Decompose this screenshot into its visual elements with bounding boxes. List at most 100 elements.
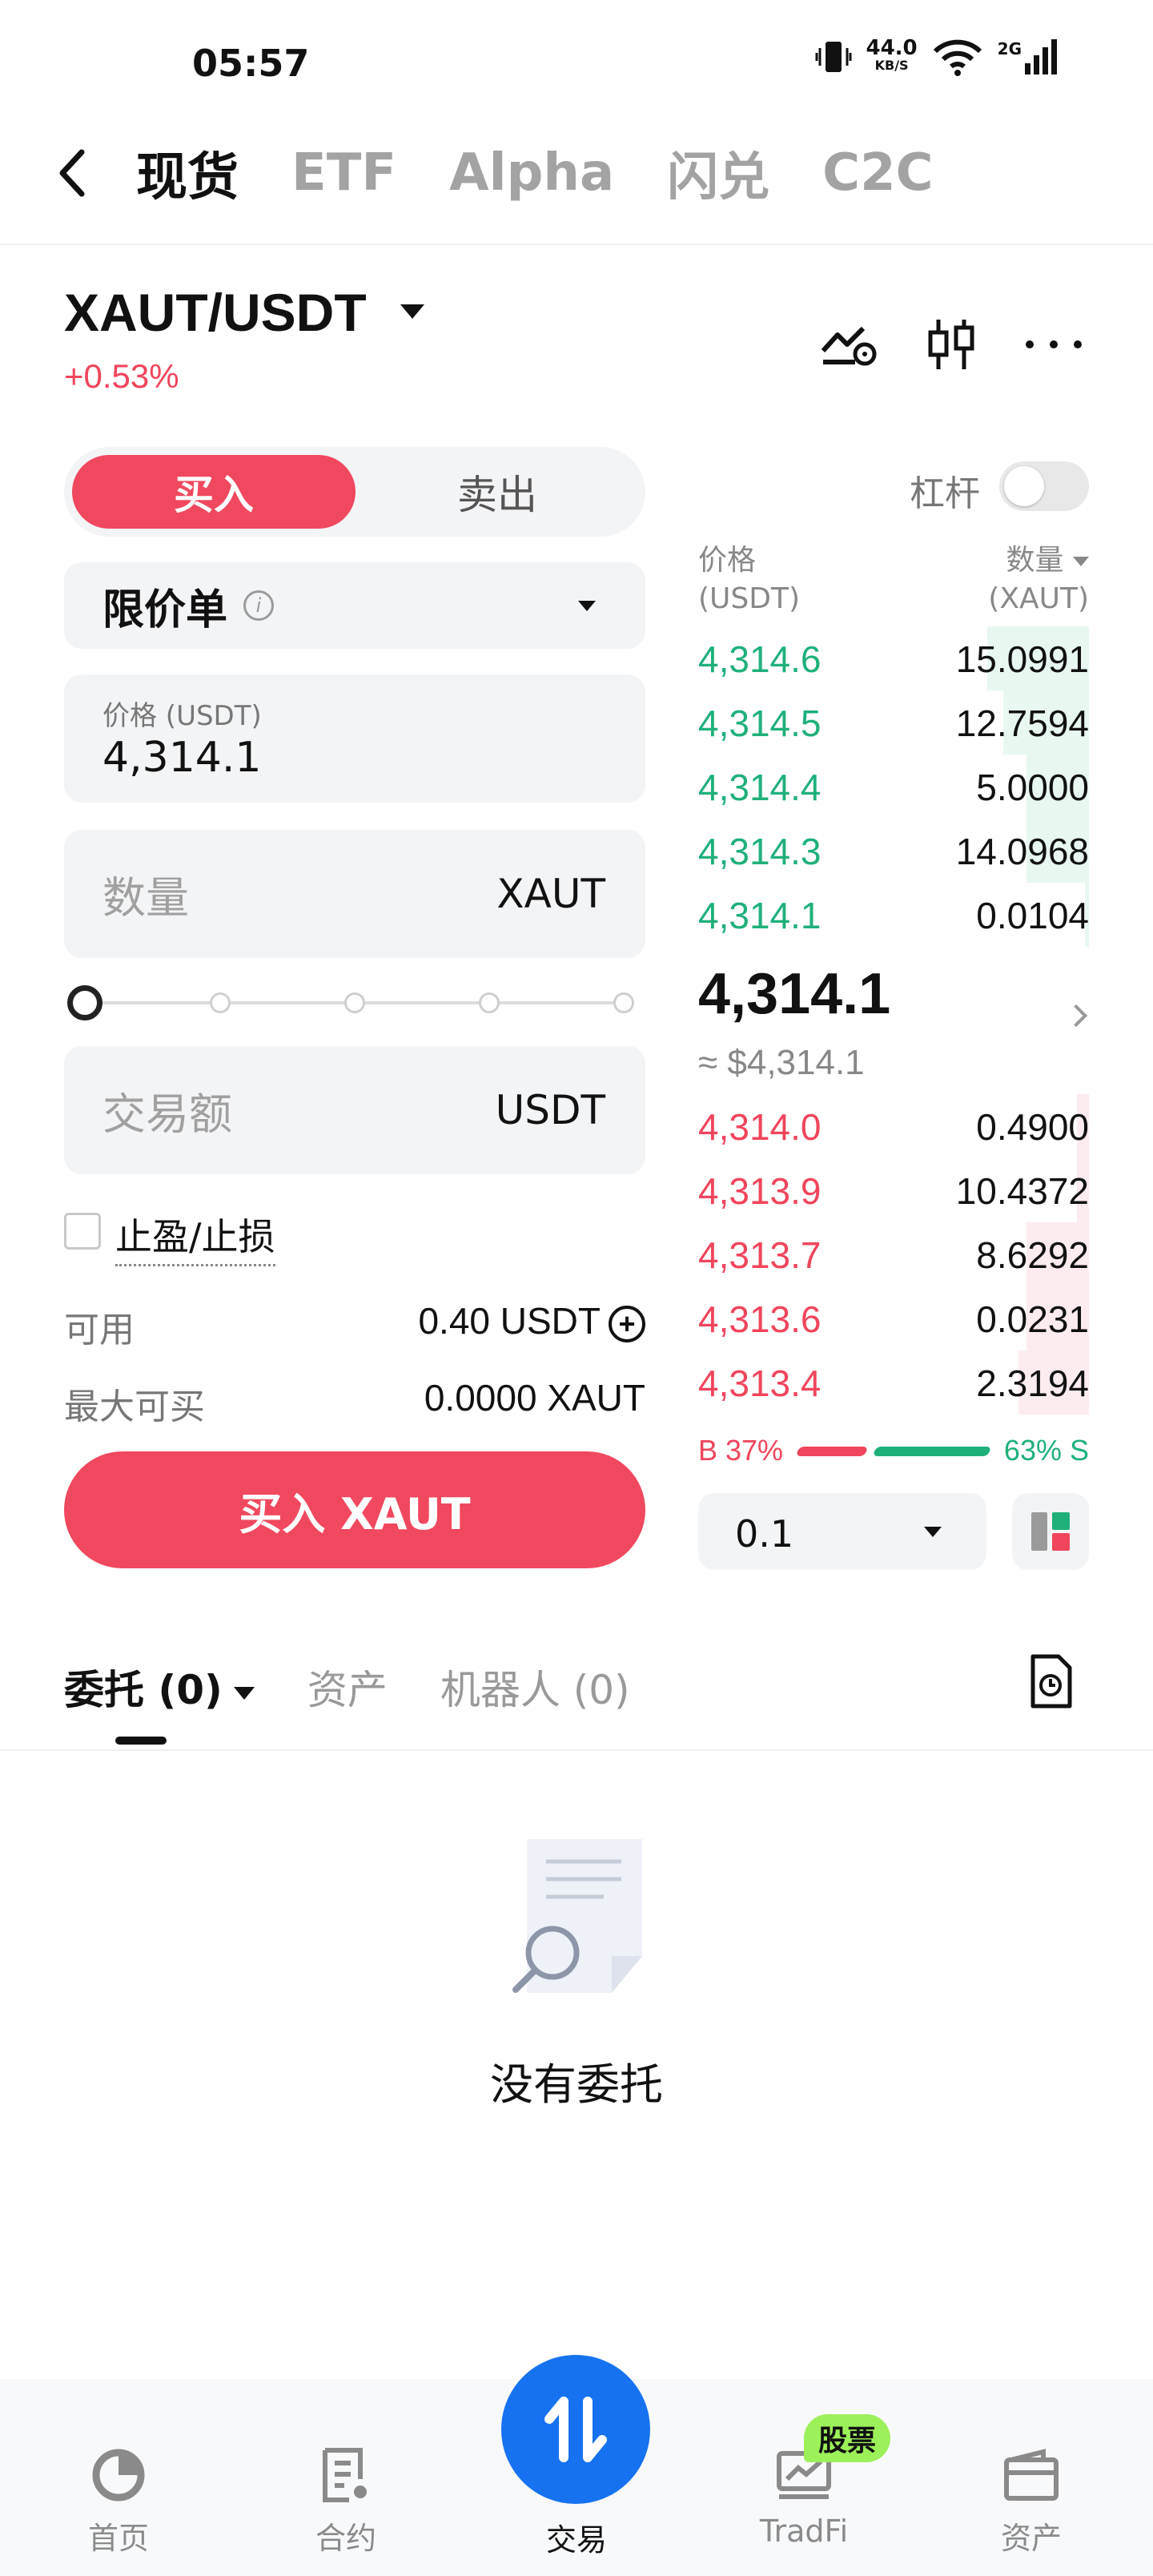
bid-row[interactable]: 4,314.1 0.0104 xyxy=(698,883,1089,947)
vibrate-icon xyxy=(815,42,851,72)
nav-assets[interactable]: 资产 xyxy=(951,2443,1111,2558)
slider-handle[interactable] xyxy=(67,985,102,1020)
slider-step-75[interactable] xyxy=(479,992,500,1013)
tab-alpha[interactable]: Alpha xyxy=(449,143,614,203)
signal-indicator: 2G xyxy=(998,39,1057,74)
empty-document-icon xyxy=(508,1836,652,1999)
order-history-icon[interactable] xyxy=(1026,1653,1075,1713)
depth-step-value: 0.1 xyxy=(735,1512,794,1556)
quantity-unit: XAUT xyxy=(496,871,605,917)
ask-qty: 0.4900 xyxy=(976,1106,1089,1148)
tab-etf[interactable]: ETF xyxy=(291,143,396,203)
max-buy-label: 最大可买 xyxy=(64,1387,205,1427)
ask-qty: 8.6292 xyxy=(976,1234,1089,1276)
ask-qty: 0.0231 xyxy=(976,1298,1089,1340)
orders-tabs: 委托 (0) 资产 机器人 (0) xyxy=(64,1658,683,1716)
tab-underline xyxy=(115,1737,167,1745)
caret-down-icon xyxy=(578,600,596,611)
buy-ratio: B 37% xyxy=(698,1434,784,1467)
wifi-icon xyxy=(933,39,982,76)
price-input-label: 价格 (USDT) xyxy=(102,700,262,732)
bid-price: 4,314.4 xyxy=(698,767,822,808)
network-speed: 44.0 KB/S xyxy=(866,36,918,73)
caret-down-icon xyxy=(233,1686,255,1700)
candlestick-icon[interactable] xyxy=(919,312,983,376)
bid-qty: 0.0104 xyxy=(976,895,1089,936)
ask-price: 4,314.0 xyxy=(698,1106,822,1148)
bid-row[interactable]: 4,314.5 12.7594 xyxy=(698,690,1089,755)
bid-row[interactable]: 4,314.3 14.0968 xyxy=(698,819,1089,883)
amount-input[interactable]: 交易额 USDT xyxy=(64,1046,645,1174)
ask-qty: 2.3194 xyxy=(976,1362,1089,1404)
ob-qty-header[interactable]: 数量 (XAUT) xyxy=(988,541,1089,618)
slider-step-25[interactable] xyxy=(210,992,231,1013)
tab-c2c[interactable]: C2C xyxy=(822,143,933,203)
last-price-fiat: ≈ $4,314.1 xyxy=(698,1043,865,1082)
status-icons: 44.0 KB/S 2G xyxy=(815,36,1057,77)
price-alert-icon[interactable] xyxy=(817,312,881,376)
buy-submit-button[interactable]: 买入 XAUT xyxy=(64,1451,645,1568)
pair-selector[interactable]: XAUT/USDT xyxy=(64,282,367,343)
back-icon[interactable] xyxy=(48,141,96,205)
tpsl-checkbox[interactable] xyxy=(64,1213,101,1250)
tab-bots[interactable]: 机器人 (0) xyxy=(440,1658,630,1716)
tab-open-orders[interactable]: 委托 (0) xyxy=(64,1658,255,1716)
nav-futures[interactable]: 合约 xyxy=(266,2443,426,2558)
stock-badge: 股票 xyxy=(804,2414,891,2462)
buy-tab[interactable]: 买入 xyxy=(72,455,356,529)
price-input[interactable]: 价格 (USDT) 4,314.1 xyxy=(64,674,645,803)
ask-row[interactable]: 4,313.7 8.6292 xyxy=(698,1222,1089,1286)
bid-row[interactable]: 4,314.4 5.0000 xyxy=(698,755,1089,819)
available-value: 0.40 USDT + xyxy=(418,1299,645,1342)
tab-assets[interactable]: 资产 xyxy=(307,1658,388,1716)
nav-home[interactable]: 首页 xyxy=(38,2443,199,2558)
bid-qty: 12.7594 xyxy=(955,702,1089,744)
nav-trade[interactable]: 交易 xyxy=(496,2515,657,2559)
book-layout-icon[interactable] xyxy=(1012,1493,1089,1570)
ob-price-header: 价格 (USDT) xyxy=(698,544,801,615)
divider xyxy=(0,244,1153,245)
order-type-label: 限价单 xyxy=(102,586,228,634)
deposit-icon[interactable]: + xyxy=(609,1305,645,1342)
buy-ratio-bar xyxy=(795,1447,869,1456)
order-type-select[interactable]: 限价单 i xyxy=(64,562,645,649)
amount-placeholder: 交易额 xyxy=(102,1089,232,1140)
chevron-right-icon[interactable] xyxy=(1064,1004,1088,1028)
toggle-knob xyxy=(1004,466,1044,506)
price-input-value[interactable]: 4,314.1 xyxy=(102,734,261,782)
home-icon xyxy=(38,2443,199,2507)
trade-fab-button[interactable] xyxy=(501,2355,650,2504)
ask-row[interactable]: 4,313.9 10.4372 xyxy=(698,1158,1089,1222)
ask-price: 4,313.4 xyxy=(698,1362,822,1404)
more-icon[interactable] xyxy=(1022,312,1086,376)
tab-convert[interactable]: 闪兑 xyxy=(667,136,769,210)
ask-row[interactable]: 4,313.4 2.3194 xyxy=(698,1350,1089,1415)
bid-price: 4,314.6 xyxy=(698,638,822,680)
ask-row[interactable]: 4,314.0 0.4900 xyxy=(698,1094,1089,1158)
slider-step-50[interactable] xyxy=(344,992,365,1013)
ask-qty: 10.4372 xyxy=(955,1170,1089,1212)
bid-qty: 14.0968 xyxy=(955,831,1089,872)
bid-row[interactable]: 4,314.6 15.0991 xyxy=(698,626,1089,690)
info-icon[interactable]: i xyxy=(243,590,275,621)
quantity-input[interactable]: 数量 XAUT xyxy=(64,830,645,958)
ask-price: 4,313.7 xyxy=(698,1234,822,1276)
sell-tab[interactable]: 卖出 xyxy=(356,455,639,529)
wallet-icon xyxy=(951,2443,1111,2507)
bid-price: 4,314.1 xyxy=(698,895,822,936)
status-time: 05:57 xyxy=(192,42,310,85)
empty-state-text: 没有委托 xyxy=(490,2059,663,2110)
tab-spot[interactable]: 现货 xyxy=(136,136,239,210)
divider xyxy=(0,1749,1153,1751)
ask-row[interactable]: 4,313.6 0.0231 xyxy=(698,1286,1089,1350)
bid-qty: 15.0991 xyxy=(955,638,1089,680)
leverage-label: 杠杆 xyxy=(910,473,980,514)
slider-step-100[interactable] xyxy=(613,992,634,1013)
caret-down-icon xyxy=(924,1527,942,1537)
caret-down-icon[interactable] xyxy=(400,304,424,319)
bid-price: 4,314.5 xyxy=(698,702,822,744)
tpsl-label[interactable]: 止盈/止损 xyxy=(115,1208,275,1266)
ask-price: 4,313.6 xyxy=(698,1298,822,1340)
depth-step-select[interactable]: 0.1 xyxy=(698,1493,986,1570)
bid-price: 4,314.3 xyxy=(698,831,822,872)
